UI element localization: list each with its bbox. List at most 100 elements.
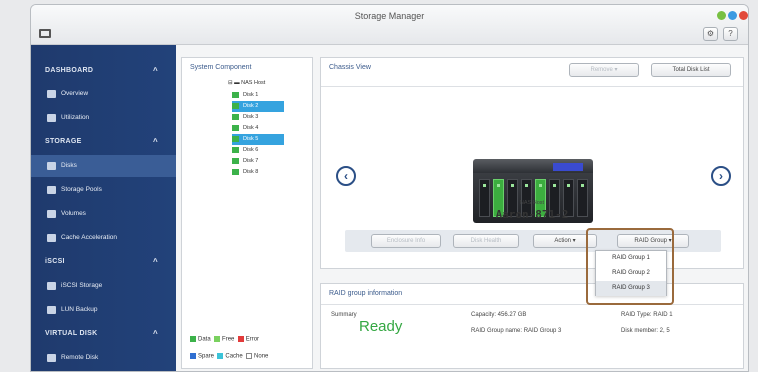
sidebar-item-iscsi-storage[interactable]: iSCSI Storage bbox=[31, 275, 176, 297]
section-label: iSCSI bbox=[45, 258, 65, 265]
iscsi-icon bbox=[47, 282, 56, 290]
tree-disk-label: Disk 4 bbox=[243, 125, 259, 131]
chart-icon bbox=[47, 114, 56, 122]
sidebar-item-remote-disk[interactable]: Remote Disk bbox=[31, 347, 176, 369]
legend-row-1: Data Free Error bbox=[190, 336, 259, 343]
divider bbox=[321, 304, 743, 305]
sidebar-item-label: Cache Acceleration bbox=[61, 234, 118, 241]
storage-manager-window: Storage Manager ⚙ ? DASHBOARD ^ Overview … bbox=[30, 4, 749, 372]
disk-icon bbox=[232, 168, 239, 175]
disk-health-button[interactable]: Disk Health bbox=[453, 234, 519, 248]
panel-title: Chassis View bbox=[329, 64, 371, 71]
section-label: VIRTUAL DISK bbox=[45, 330, 98, 337]
section-label: DASHBOARD bbox=[45, 67, 94, 74]
disk-icon bbox=[232, 113, 239, 120]
chassis-view-panel: Chassis View Remove ▾ Total Disk List ‹ … bbox=[320, 57, 744, 269]
legend-swatch-error bbox=[237, 336, 244, 342]
chevron-up-icon: ^ bbox=[153, 66, 158, 75]
legend-label: None bbox=[254, 353, 269, 360]
monitor-icon bbox=[39, 29, 51, 38]
legend-label: Error bbox=[245, 336, 260, 343]
legend-label: Cache bbox=[225, 353, 243, 360]
legend-swatch-cache bbox=[217, 353, 224, 359]
sidebar-item-utilization[interactable]: Utilization bbox=[31, 107, 176, 129]
total-disk-list-button[interactable]: Total Disk List bbox=[651, 63, 731, 77]
sidebar-section-iscsi[interactable]: iSCSI ^ bbox=[31, 251, 176, 273]
summary-label: Summary bbox=[331, 312, 357, 318]
sidebar-item-cache-acceleration[interactable]: Cache Acceleration bbox=[31, 227, 176, 249]
tree-disk-label: Disk 5 bbox=[243, 136, 259, 142]
disk-member-value: Disk member: 2, 5 bbox=[621, 328, 670, 334]
tree-disk-1[interactable]: Disk 1 bbox=[232, 90, 284, 101]
drive-led bbox=[511, 184, 514, 187]
close-control[interactable] bbox=[739, 11, 748, 20]
disk-icon bbox=[232, 124, 239, 131]
lcd-panel bbox=[553, 163, 583, 171]
sidebar-item-label: Remote Disk bbox=[61, 354, 99, 361]
previous-arrow-button[interactable]: ‹ bbox=[336, 166, 356, 186]
sidebar-item-volumes[interactable]: Volumes bbox=[31, 203, 176, 225]
tree-disk-2[interactable]: Disk 2 bbox=[232, 101, 284, 112]
disk-icon bbox=[232, 157, 239, 164]
sidebar-item-overview[interactable]: Overview bbox=[31, 83, 176, 105]
nas-chassis-top bbox=[473, 159, 593, 173]
capacity-value: Capacity: 456.27 GB bbox=[471, 312, 527, 318]
minimize-control[interactable] bbox=[717, 11, 726, 20]
drive-led bbox=[581, 184, 584, 187]
drive-led bbox=[525, 184, 528, 187]
sidebar-item-label: Utilization bbox=[61, 114, 90, 121]
help-button[interactable]: ? bbox=[723, 27, 738, 41]
chevron-up-icon: ^ bbox=[153, 329, 158, 338]
sidebar-item-storage-pools[interactable]: Storage Pools bbox=[31, 179, 176, 201]
sidebar-section-virtual-disk[interactable]: VIRTUAL DISK ^ bbox=[31, 323, 176, 345]
sidebar-section-dashboard[interactable]: DASHBOARD ^ bbox=[31, 60, 176, 82]
tree-disk-label: Disk 2 bbox=[243, 103, 259, 109]
nas-host-icon: ⊟ ▬ bbox=[228, 80, 242, 86]
maximize-control[interactable] bbox=[728, 11, 737, 20]
tree-disk-4[interactable]: Disk 4 bbox=[232, 123, 284, 134]
tree-root-nas-host[interactable]: ⊟ ▬ NAS Host bbox=[228, 78, 265, 89]
sidebar: DASHBOARD ^ Overview Utilization STORAGE ^… bbox=[31, 45, 176, 371]
raid-info-panel: RAID group information Summary Ready Cap… bbox=[320, 283, 744, 369]
panel-title: RAID group information bbox=[329, 290, 403, 297]
remove-label: Remove bbox=[590, 67, 613, 73]
enclosure-info-button[interactable]: Enclosure Info bbox=[371, 234, 441, 248]
tree-disk-7[interactable]: Disk 7 bbox=[232, 156, 284, 167]
sidebar-section-storage[interactable]: STORAGE ^ bbox=[31, 131, 176, 153]
drive-led bbox=[497, 184, 500, 187]
disk-icon bbox=[232, 135, 239, 142]
disk-icon bbox=[232, 146, 239, 153]
tree-disk-8[interactable]: Disk 8 bbox=[232, 167, 284, 178]
sidebar-item-label: Disks bbox=[61, 162, 77, 169]
next-arrow-button[interactable]: › bbox=[711, 166, 731, 186]
titlebar: Storage Manager ⚙ ? bbox=[31, 5, 748, 45]
legend-swatch-data bbox=[190, 336, 196, 342]
sidebar-item-lun-backup[interactable]: LUN Backup bbox=[31, 299, 176, 321]
settings-button[interactable]: ⚙ bbox=[703, 27, 718, 41]
gear-icon: ⚙ bbox=[706, 29, 715, 38]
system-component-panel: System Component ⊟ ▬ NAS Host Disk 1 Disk… bbox=[181, 57, 313, 369]
window-title: Storage Manager bbox=[354, 11, 425, 21]
drive-led bbox=[567, 184, 570, 187]
legend-row-2: Spare Cache None bbox=[190, 353, 268, 360]
disk-icon bbox=[47, 162, 56, 170]
divider bbox=[321, 86, 743, 87]
disk-icon bbox=[232, 102, 239, 109]
host-label: NAS Host bbox=[519, 200, 545, 206]
tree-disk-label: Disk 3 bbox=[243, 114, 259, 120]
legend-swatch-spare bbox=[190, 353, 196, 359]
sidebar-item-disks[interactable]: Disks bbox=[31, 155, 176, 177]
legend-swatch-free bbox=[214, 336, 221, 342]
tree-disk-3[interactable]: Disk 3 bbox=[232, 112, 284, 123]
drive-led bbox=[553, 184, 556, 187]
panel-title: System Component bbox=[190, 64, 252, 71]
chevron-left-icon: ‹ bbox=[344, 169, 348, 183]
tree-disk-6[interactable]: Disk 6 bbox=[232, 145, 284, 156]
tree-disk-5[interactable]: Disk 5 bbox=[232, 134, 284, 145]
remove-dropdown[interactable]: Remove ▾ bbox=[569, 63, 639, 77]
volume-icon bbox=[47, 210, 56, 218]
help-icon: ? bbox=[728, 29, 733, 38]
raid-status: Ready bbox=[359, 318, 403, 335]
chevron-right-icon: › bbox=[719, 169, 723, 183]
raid-group-name-value: RAID Group name: RAID Group 3 bbox=[471, 328, 562, 334]
